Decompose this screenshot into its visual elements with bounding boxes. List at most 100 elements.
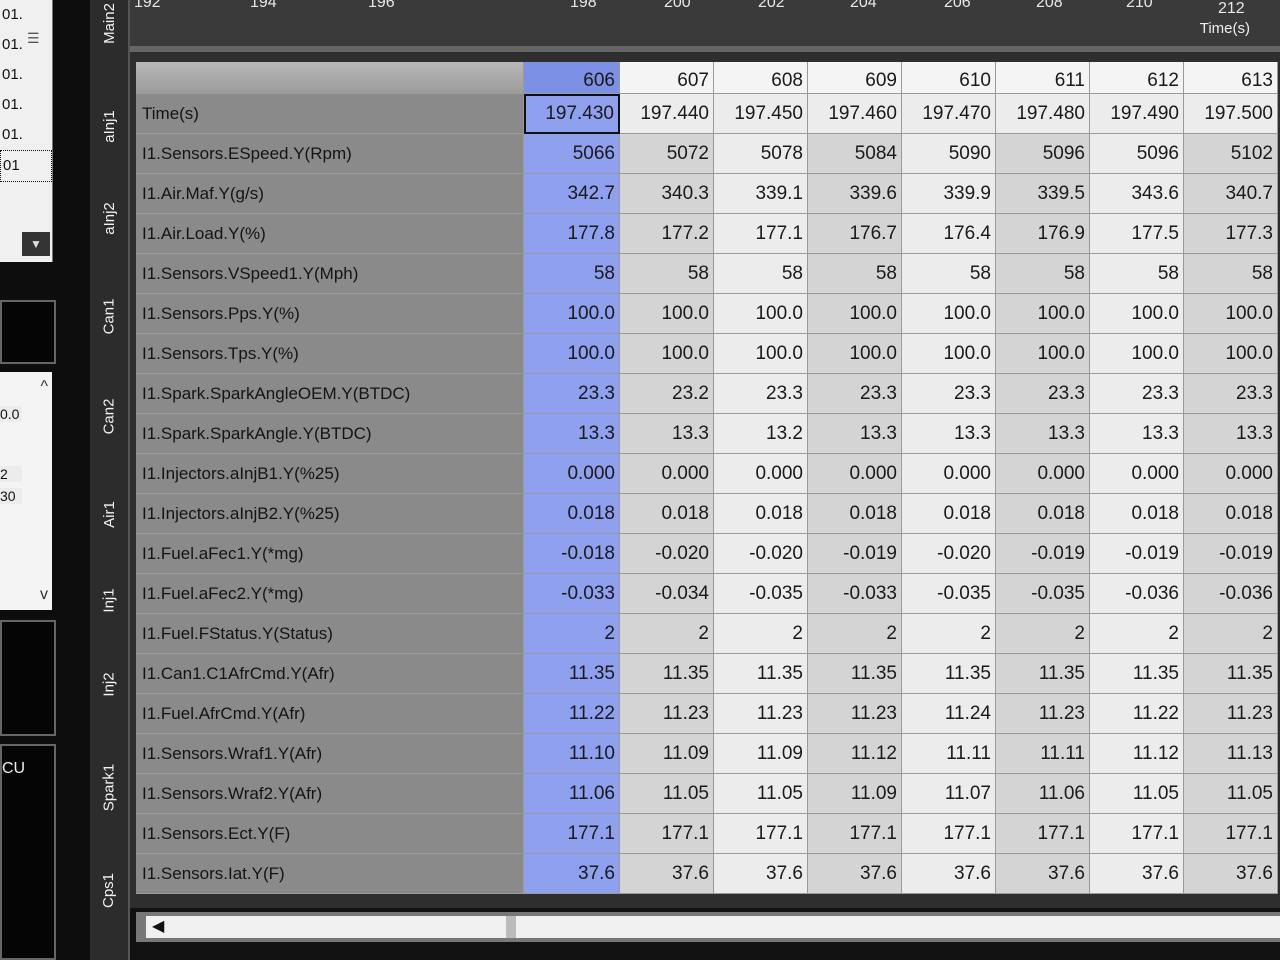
- data-cell[interactable]: 11.35: [996, 654, 1090, 694]
- data-cell[interactable]: 58: [902, 254, 996, 294]
- data-cell[interactable]: 100.0: [1090, 294, 1184, 334]
- data-cell[interactable]: -0.019: [1090, 534, 1184, 574]
- data-cell[interactable]: 5072: [620, 134, 714, 174]
- data-cell[interactable]: 11.10: [524, 734, 620, 774]
- data-cell[interactable]: 11.23: [714, 694, 808, 734]
- data-cell[interactable]: 11.06: [524, 774, 620, 814]
- scroll-down-button[interactable]: ▼: [22, 232, 50, 256]
- data-cell[interactable]: 5102: [1184, 134, 1278, 174]
- time-cell[interactable]: 197.500: [1184, 94, 1278, 134]
- data-cell[interactable]: 0.000: [620, 454, 714, 494]
- data-cell[interactable]: 2: [808, 614, 902, 654]
- data-cell[interactable]: 100.0: [1184, 334, 1278, 374]
- data-cell[interactable]: 339.1: [714, 174, 808, 214]
- data-cell[interactable]: 13.3: [1090, 414, 1184, 454]
- data-cell[interactable]: -0.035: [996, 574, 1090, 614]
- data-cell[interactable]: 58: [808, 254, 902, 294]
- data-cell[interactable]: 2: [1090, 614, 1184, 654]
- list-item-selected[interactable]: 01: [0, 150, 52, 182]
- data-cell[interactable]: 339.5: [996, 174, 1090, 214]
- data-cell[interactable]: 58: [996, 254, 1090, 294]
- data-cell[interactable]: 0.018: [524, 494, 620, 534]
- data-cell[interactable]: 0.018: [808, 494, 902, 534]
- data-cell[interactable]: 23.2: [620, 374, 714, 414]
- data-cell[interactable]: 100.0: [808, 334, 902, 374]
- data-cell[interactable]: 58: [1184, 254, 1278, 294]
- data-cell[interactable]: 37.6: [1184, 854, 1278, 894]
- data-cell[interactable]: -0.033: [808, 574, 902, 614]
- scroll-left-icon[interactable]: ◀: [152, 916, 164, 936]
- data-cell[interactable]: 0.000: [996, 454, 1090, 494]
- data-cell[interactable]: 100.0: [524, 334, 620, 374]
- data-cell[interactable]: 100.0: [524, 294, 620, 334]
- tab-spark1[interactable]: Spark1: [90, 752, 128, 822]
- channel-list[interactable]: 01. 01. 01. 01. 01. 01 ☰ ▼: [0, 0, 53, 262]
- data-cell[interactable]: 176.9: [996, 214, 1090, 254]
- data-cell[interactable]: 11.35: [1090, 654, 1184, 694]
- tab-ainj1[interactable]: aInj1: [90, 96, 128, 156]
- data-cell[interactable]: 11.12: [1090, 734, 1184, 774]
- data-cell[interactable]: 2: [1184, 614, 1278, 654]
- list-item[interactable]: 01.: [0, 90, 52, 120]
- data-cell[interactable]: 13.3: [1184, 414, 1278, 454]
- data-cell[interactable]: 0.000: [1090, 454, 1184, 494]
- data-cell[interactable]: 23.3: [1090, 374, 1184, 414]
- data-cell[interactable]: 100.0: [1090, 334, 1184, 374]
- data-cell[interactable]: 2: [996, 614, 1090, 654]
- list-item[interactable]: 01.: [0, 120, 52, 150]
- value-list[interactable]: ^ 0.0 2 30 v: [0, 372, 52, 610]
- scroll-track[interactable]: [146, 916, 1280, 938]
- data-cell[interactable]: 2: [620, 614, 714, 654]
- time-cell[interactable]: 197.480: [996, 94, 1090, 134]
- tab-can2[interactable]: Can2: [90, 386, 128, 446]
- tab-inj1[interactable]: Inj1: [90, 570, 128, 630]
- data-cell[interactable]: 11.23: [808, 694, 902, 734]
- menu-lines-icon[interactable]: ☰: [27, 30, 40, 47]
- data-cell[interactable]: 100.0: [714, 294, 808, 334]
- list-item[interactable]: 01.: [0, 30, 52, 60]
- data-cell[interactable]: 11.35: [1184, 654, 1278, 694]
- time-cell[interactable]: 197.470: [902, 94, 996, 134]
- data-cell[interactable]: 37.6: [524, 854, 620, 894]
- data-cell[interactable]: 13.3: [902, 414, 996, 454]
- data-cell[interactable]: 0.000: [808, 454, 902, 494]
- data-cell[interactable]: 0.018: [714, 494, 808, 534]
- tab-main2[interactable]: Main2: [90, 0, 128, 46]
- data-cell[interactable]: 340.7: [1184, 174, 1278, 214]
- data-cell[interactable]: 11.11: [902, 734, 996, 774]
- data-cell[interactable]: 2: [714, 614, 808, 654]
- data-cell[interactable]: 11.35: [524, 654, 620, 694]
- data-cell[interactable]: 37.6: [996, 854, 1090, 894]
- data-cell[interactable]: 0.000: [1184, 454, 1278, 494]
- data-cell[interactable]: 11.05: [714, 774, 808, 814]
- data-cell[interactable]: 177.5: [1090, 214, 1184, 254]
- column-header[interactable]: 612: [1090, 62, 1184, 94]
- data-cell[interactable]: 23.3: [808, 374, 902, 414]
- data-cell[interactable]: 100.0: [902, 334, 996, 374]
- data-cell[interactable]: 100.0: [996, 294, 1090, 334]
- data-cell[interactable]: -0.033: [524, 574, 620, 614]
- data-cell[interactable]: 11.05: [620, 774, 714, 814]
- data-cell[interactable]: 5096: [1090, 134, 1184, 174]
- tab-air1[interactable]: Air1: [90, 484, 128, 544]
- data-cell[interactable]: -0.036: [1090, 574, 1184, 614]
- data-cell[interactable]: 11.23: [996, 694, 1090, 734]
- data-cell[interactable]: -0.035: [714, 574, 808, 614]
- data-cell[interactable]: 11.35: [714, 654, 808, 694]
- data-cell[interactable]: 177.1: [1184, 814, 1278, 854]
- data-cell[interactable]: -0.019: [996, 534, 1090, 574]
- list-item[interactable]: 01.: [0, 0, 52, 30]
- data-cell[interactable]: 100.0: [902, 294, 996, 334]
- data-cell[interactable]: 11.24: [902, 694, 996, 734]
- column-header[interactable]: 610: [902, 62, 996, 94]
- data-cell[interactable]: 100.0: [714, 334, 808, 374]
- data-cell[interactable]: -0.018: [524, 534, 620, 574]
- data-cell[interactable]: 343.6: [1090, 174, 1184, 214]
- data-cell[interactable]: 23.3: [714, 374, 808, 414]
- data-cell[interactable]: 58: [714, 254, 808, 294]
- data-cell[interactable]: 339.6: [808, 174, 902, 214]
- data-cell[interactable]: 23.3: [902, 374, 996, 414]
- data-cell[interactable]: 11.35: [808, 654, 902, 694]
- data-cell[interactable]: 100.0: [996, 334, 1090, 374]
- data-cell[interactable]: -0.034: [620, 574, 714, 614]
